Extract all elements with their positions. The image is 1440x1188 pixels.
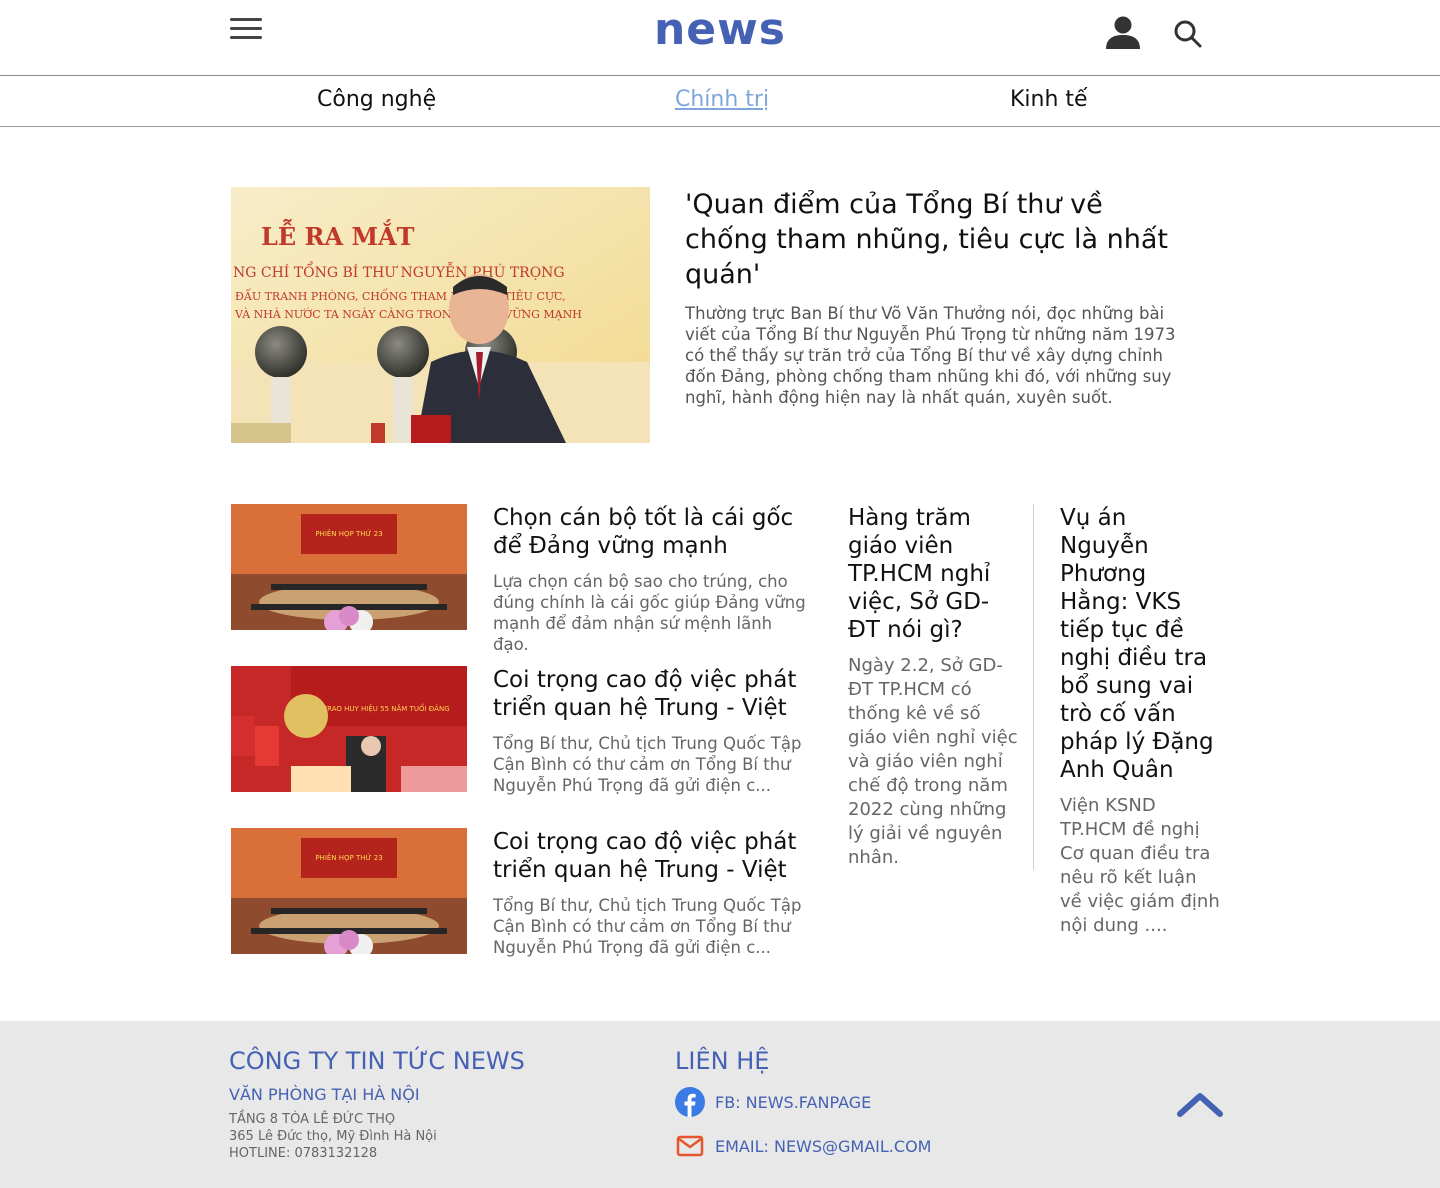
site-footer: CÔNG TY TIN TỨC NEWS VĂN PHÒNG TẠI HÀ NỘ… <box>0 1021 1440 1188</box>
side-article-title[interactable]: Hàng trăm giáo viên TP.HCM nghỉ việc, Sở… <box>848 504 1018 644</box>
footer-address-line: TẦNG 8 TÒA LÊ ĐỨC THỌ <box>229 1112 396 1127</box>
featured-image[interactable]: LỄ RA MẮT NG CHÍ TỔNG BÍ THƯ NGUYỄN PHÚ … <box>231 187 650 443</box>
chevron-up-icon[interactable] <box>1176 1090 1224 1118</box>
footer-address-line: 365 Lê Đức thọ, Mỹ Đình Hà Nội <box>229 1129 437 1144</box>
list-image-banner: LỄ TRAO HUY HIỆU 55 NĂM TUỔI ĐẢNG <box>312 703 449 713</box>
user-icon[interactable] <box>1104 14 1142 52</box>
image-sub-text-2: ĐẤU TRANH PHÒNG, CHỐNG THAM NHŨNG, TIÊU … <box>235 288 566 303</box>
footer-company-name: CÔNG TY TIN TỨC NEWS <box>229 1047 525 1075</box>
list-image-banner: PHIÊN HỌP THỨ 23 <box>315 853 382 862</box>
search-icon[interactable] <box>1172 18 1204 50</box>
side-article-description: Viện KSND TP.HCM đề nghị Cơ quan điều tr… <box>1060 795 1220 936</box>
nav-item-cong-nghe[interactable]: Công nghệ <box>317 87 436 112</box>
footer-contact-heading: LIÊN HỆ <box>675 1047 770 1075</box>
list-item-description: Lựa chọn cán bộ sao cho trúng, cho đúng … <box>493 572 806 654</box>
side-article-description: Ngày 2.2, Sở GD-ĐT TP.HCM có thống kê về… <box>848 655 1018 868</box>
mail-icon <box>675 1131 705 1161</box>
side-article-title[interactable]: Vụ án Nguyễn Phương Hằng: VKS tiếp tục đ… <box>1060 504 1220 784</box>
image-banner-text: LỄ RA MẮT <box>261 219 415 251</box>
facebook-icon <box>675 1087 705 1117</box>
nav-item-kinh-te[interactable]: Kinh tế <box>1010 87 1088 112</box>
category-nav: Công nghệ Chính trị Kinh tế <box>0 77 1440 127</box>
list-image-banner: PHIÊN HỌP THỨ 23 <box>315 529 382 538</box>
list-item-image[interactable]: PHIÊN HỌP THỨ 23 <box>231 828 467 954</box>
list-item-description: Tổng Bí thư, Chủ tịch Trung Quốc Tập Cận… <box>493 896 802 957</box>
list-item: LỄ TRAO HUY HIỆU 55 NĂM TUỔI ĐẢNG Coi tr… <box>231 666 813 795</box>
list-item-image[interactable]: PHIÊN HỌP THỨ 23 <box>231 504 467 630</box>
side-article: Vụ án Nguyễn Phương Hằng: VKS tiếp tục đ… <box>1060 504 1220 938</box>
list-item-image[interactable]: LỄ TRAO HUY HIỆU 55 NĂM TUỔI ĐẢNG <box>231 666 467 792</box>
nav-item-chinh-tri[interactable]: Chính trị <box>675 87 769 112</box>
email-link-label: EMAIL: NEWS@GMAIL.COM <box>715 1137 932 1156</box>
logo-text[interactable]: news <box>654 4 786 55</box>
site-header: news <box>0 0 1440 76</box>
footer-office-heading: VĂN PHÒNG TẠI HÀ NỘI <box>229 1085 420 1104</box>
facebook-link-label: FB: NEWS.FANPAGE <box>715 1093 872 1112</box>
list-item: PHIÊN HỌP THỨ 23 Chọn cán bộ tốt là cái … <box>231 504 813 654</box>
site-logo: news <box>0 4 1440 55</box>
featured-description: Thường trực Ban Bí thư Võ Văn Thưởng nói… <box>685 304 1176 407</box>
list-item-title[interactable]: Coi trọng cao độ việc phát triển quan hệ… <box>493 666 813 722</box>
side-article: Hàng trăm giáo viên TP.HCM nghỉ việc, Sở… <box>848 504 1018 870</box>
footer-hotline: HOTLINE: 0783132128 <box>229 1146 378 1161</box>
featured-title[interactable]: 'Quan điểm của Tổng Bí thư về chống tham… <box>685 187 1185 292</box>
list-item-title[interactable]: Coi trọng cao độ việc phát triển quan hệ… <box>493 828 813 884</box>
column-divider <box>1033 504 1034 870</box>
list-item-title[interactable]: Chọn cán bộ tốt là cái gốc để Đảng vững … <box>493 504 813 560</box>
image-sub-text-3: VÀ NHÀ NƯỚC TA NGÀY CÀNG TRONG SẠCH, VỮN… <box>234 307 582 321</box>
list-item-description: Tổng Bí thư, Chủ tịch Trung Quốc Tập Cận… <box>493 734 802 795</box>
list-item: PHIÊN HỌP THỨ 23 Coi trọng cao độ việc p… <box>231 828 813 957</box>
